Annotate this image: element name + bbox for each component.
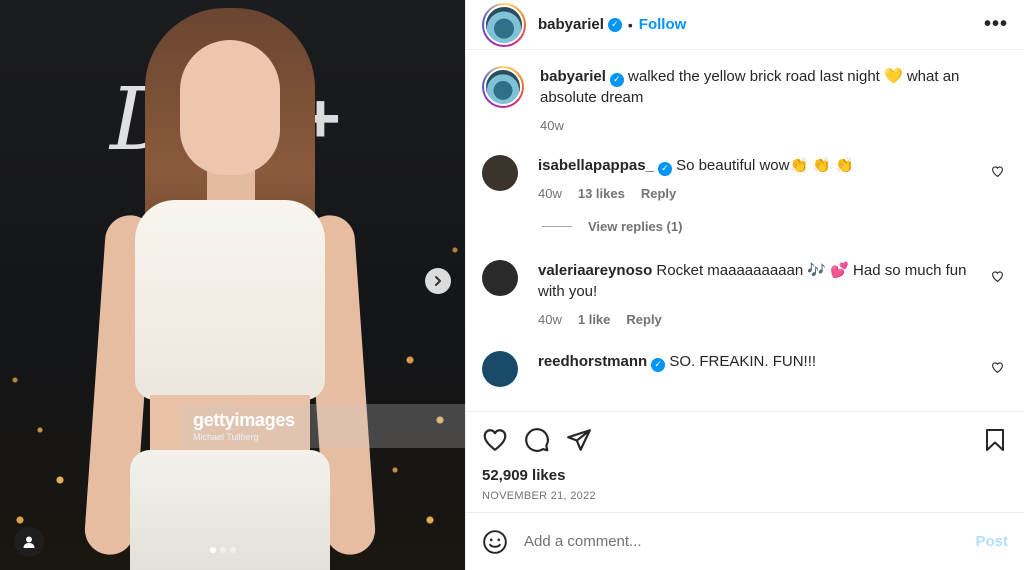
follow-button[interactable]: Follow (639, 16, 687, 33)
caption: babyariel ✓ walked the yellow brick road … (482, 66, 1008, 133)
caption-time: 40w (540, 118, 564, 133)
bookmark-icon (986, 428, 1004, 451)
save-button[interactable] (982, 427, 1008, 453)
post-actions (466, 411, 1024, 467)
carousel-next-button[interactable] (425, 268, 451, 294)
post-comment-button[interactable]: Post (975, 533, 1008, 550)
verified-badge-icon: ✓ (609, 72, 624, 87)
caption-username[interactable]: babyariel (540, 68, 606, 85)
comment-input[interactable] (524, 533, 976, 550)
post-media[interactable]: D + gettyimages Michael Tullberg (0, 0, 465, 570)
comment-likes[interactable]: 1 like (578, 312, 611, 327)
watermark-brand: gettyimages (193, 410, 295, 430)
share-button[interactable] (566, 427, 592, 453)
carousel-dots (210, 547, 236, 553)
carousel-dot (230, 547, 236, 553)
comment-time: 40w (538, 186, 562, 201)
like-comment-heart-icon[interactable] (991, 361, 1004, 374)
author-avatar[interactable] (482, 2, 526, 47)
comment-likes[interactable]: 13 likes (578, 186, 625, 201)
commenter-avatar[interactable] (482, 351, 518, 387)
comment-item: valeriaareynoso Rocket maaaaaaaaan 🎶 💕 H… (482, 260, 1008, 327)
commenter-username[interactable]: reedhorstmann (538, 353, 647, 370)
likes-count[interactable]: 52,909 likes (466, 467, 1024, 484)
view-replies-label: View replies (1) (588, 219, 683, 234)
user-tag-icon (23, 536, 35, 548)
paper-plane-icon (567, 428, 591, 451)
post-header: babyariel ✓ • Follow ••• (466, 0, 1024, 50)
comment-time: 40w (538, 312, 562, 327)
chevron-right-icon (435, 276, 441, 286)
comment-text: SO. FREAKIN. FUN!!! (669, 353, 817, 370)
header-separator: • (627, 16, 633, 33)
comments-list[interactable]: babyariel ✓ walked the yellow brick road … (466, 50, 1024, 411)
verified-badge-icon: ✓ (607, 17, 622, 32)
comment-bubble-icon (525, 427, 549, 452)
commenter-avatar[interactable] (482, 260, 518, 296)
more-options-icon[interactable]: ••• (984, 13, 1008, 36)
watermark-credit: Michael Tullberg (193, 432, 259, 442)
like-comment-heart-icon[interactable] (991, 165, 1004, 178)
like-comment-heart-icon[interactable] (991, 270, 1004, 283)
commenter-username[interactable]: isabellapappas_ (538, 157, 654, 174)
author-username[interactable]: babyariel (538, 16, 604, 33)
post-dialog: D + gettyimages Michael Tullberg (0, 0, 1024, 570)
verified-badge-icon: ✓ (651, 357, 666, 372)
add-comment-bar: Post (466, 512, 1024, 570)
getty-watermark: gettyimages Michael Tullberg (183, 404, 465, 448)
comment-item: isabellapappas_ ✓ So beautiful wow👏 👏 👏 4… (482, 155, 1008, 201)
post-date: NOVEMBER 21, 2022 (482, 490, 596, 502)
carousel-dot (220, 547, 226, 553)
commenter-username[interactable]: valeriaareynoso (538, 262, 652, 279)
like-button[interactable] (482, 427, 508, 453)
emoji-smiley-icon (483, 529, 507, 554)
carousel-dot (210, 547, 216, 553)
comment-button[interactable] (524, 427, 550, 453)
emoji-button[interactable] (482, 529, 508, 555)
reply-button[interactable]: Reply (626, 312, 661, 327)
view-replies-button[interactable]: View replies (1) (542, 219, 1008, 234)
comment-item: reedhorstmann ✓ SO. FREAKIN. FUN!!! (482, 351, 1008, 387)
verified-badge-icon: ✓ (657, 161, 672, 176)
heart-icon (483, 428, 507, 451)
post-side-panel: babyariel ✓ • Follow ••• babyariel ✓ walk… (465, 0, 1024, 570)
comment-text: So beautiful wow👏 👏 👏 (676, 157, 854, 174)
reply-button[interactable]: Reply (641, 186, 676, 201)
photo-subject (83, 0, 377, 570)
tagged-users-button[interactable] (14, 527, 44, 557)
caption-avatar[interactable] (482, 66, 524, 108)
commenter-avatar[interactable] (482, 155, 518, 191)
